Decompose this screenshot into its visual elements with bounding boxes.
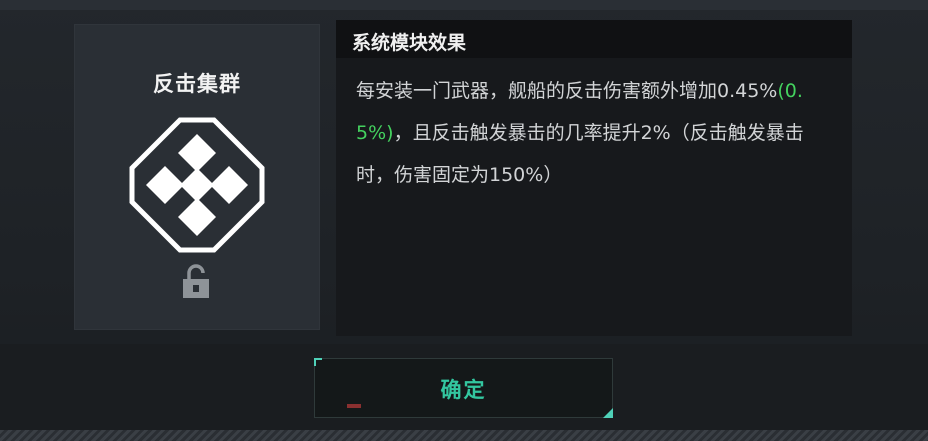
- corner-accent: [314, 358, 322, 366]
- effect-description: 每安装一门武器，舰船的反击伤害额外增加0.45%(0.5%)，且反击触发暴击的几…: [356, 70, 834, 196]
- module-panel: 反击集群: [74, 24, 320, 330]
- padlock-icon: [183, 264, 209, 298]
- confirm-button[interactable]: 确定: [314, 358, 613, 418]
- effect-desc-text-rest: ，且反击触发暴击的几率提升2%（反击触发暴击时，伤害固定为150%）: [356, 122, 804, 186]
- frame-bottom-edge: [0, 430, 928, 441]
- confirm-button-label: 确定: [440, 378, 487, 402]
- cross-diamond-emblem-icon: [129, 117, 265, 253]
- effect-title: 系统模块效果: [352, 32, 467, 54]
- effect-header: 系统模块效果: [336, 20, 852, 58]
- frame-top-edge: [0, 0, 928, 10]
- dialog-frame: 反击集群 系统模块效果 每安装一门武器，舰船的反击伤害额外增加0.45%(0.5…: [0, 0, 928, 441]
- module-name: 反击集群: [153, 72, 241, 96]
- effect-panel: 系统模块效果 每安装一门武器，舰船的反击伤害额外增加0.45%(0.5%)，且反…: [336, 20, 852, 336]
- corner-accent: [603, 408, 613, 418]
- effect-desc-text: 每安装一门武器，舰船的反击伤害额外增加0.45%: [356, 80, 778, 102]
- decor-bar: [347, 404, 361, 408]
